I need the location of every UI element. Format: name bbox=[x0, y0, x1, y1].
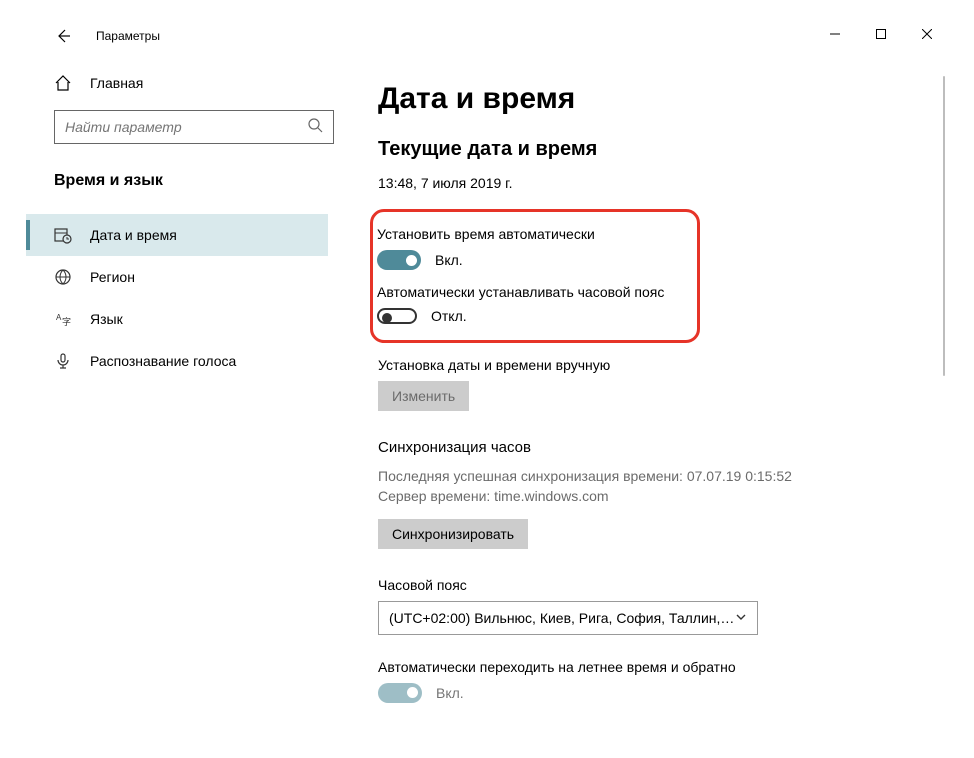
home-icon bbox=[54, 74, 72, 92]
sidebar-item-label: Распознавание голоса bbox=[90, 353, 236, 369]
chevron-down-icon bbox=[735, 610, 747, 626]
sidebar-item-label: Язык bbox=[90, 311, 123, 327]
auto-timezone-label: Автоматически устанавливать часовой пояс bbox=[377, 284, 683, 300]
auto-time-state: Вкл. bbox=[435, 252, 463, 268]
language-icon: A字 bbox=[54, 310, 72, 328]
sidebar-item-label: Дата и время bbox=[90, 227, 177, 243]
scrollbar-thumb[interactable] bbox=[943, 76, 945, 376]
timezone-value: (UTC+02:00) Вильнюс, Киев, Рига, София, … bbox=[389, 610, 735, 626]
dst-label: Автоматически переходить на летнее время… bbox=[378, 659, 930, 675]
calendar-clock-icon bbox=[54, 226, 72, 244]
sync-heading: Синхронизация часов bbox=[378, 439, 930, 456]
home-label: Главная bbox=[90, 75, 143, 91]
minimize-button[interactable] bbox=[812, 18, 858, 50]
sidebar-item-language[interactable]: A字 Язык bbox=[26, 298, 328, 340]
dst-state: Вкл. bbox=[436, 685, 464, 701]
current-datetime-heading: Текущие дата и время bbox=[378, 138, 930, 161]
timezone-select[interactable]: (UTC+02:00) Вильнюс, Киев, Рига, София, … bbox=[378, 601, 758, 635]
sidebar-item-speech[interactable]: Распознавание голоса bbox=[26, 340, 328, 382]
sidebar-item-date-time[interactable]: Дата и время bbox=[26, 214, 328, 256]
search-input[interactable] bbox=[65, 119, 307, 135]
microphone-icon bbox=[54, 352, 72, 370]
current-datetime-value: 13:48, 7 июля 2019 г. bbox=[378, 175, 930, 191]
home-link[interactable]: Главная bbox=[54, 74, 328, 92]
window-title: Параметры bbox=[96, 29, 160, 43]
auto-time-label: Установить время автоматически bbox=[377, 226, 683, 242]
scrollbar[interactable] bbox=[940, 76, 948, 730]
change-datetime-button[interactable]: Изменить bbox=[378, 381, 469, 411]
timezone-label: Часовой пояс bbox=[378, 577, 930, 593]
highlight-annotation: Установить время автоматически Вкл. Авто… bbox=[370, 209, 700, 343]
maximize-button[interactable] bbox=[858, 18, 904, 50]
sidebar-item-region[interactable]: Регион bbox=[26, 256, 328, 298]
back-button[interactable] bbox=[54, 27, 72, 45]
auto-time-toggle[interactable] bbox=[377, 250, 421, 270]
search-icon bbox=[307, 117, 323, 138]
sync-now-button[interactable]: Синхронизировать bbox=[378, 519, 528, 549]
sidebar-item-label: Регион bbox=[90, 269, 135, 285]
manual-datetime-label: Установка даты и времени вручную bbox=[378, 357, 930, 373]
page-title: Дата и время bbox=[378, 82, 930, 116]
globe-icon bbox=[54, 268, 72, 286]
close-button[interactable] bbox=[904, 18, 950, 50]
svg-text:字: 字 bbox=[62, 316, 71, 327]
sync-server: Сервер времени: time.windows.com bbox=[378, 486, 930, 506]
sync-last-success: Последняя успешная синхронизация времени… bbox=[378, 466, 930, 486]
search-box[interactable] bbox=[54, 110, 334, 144]
auto-timezone-toggle[interactable] bbox=[377, 308, 417, 324]
dst-toggle[interactable] bbox=[378, 683, 422, 703]
fade-overlay bbox=[348, 720, 950, 738]
sidebar-section-title: Время и язык bbox=[54, 172, 328, 190]
auto-timezone-state: Откл. bbox=[431, 308, 467, 324]
